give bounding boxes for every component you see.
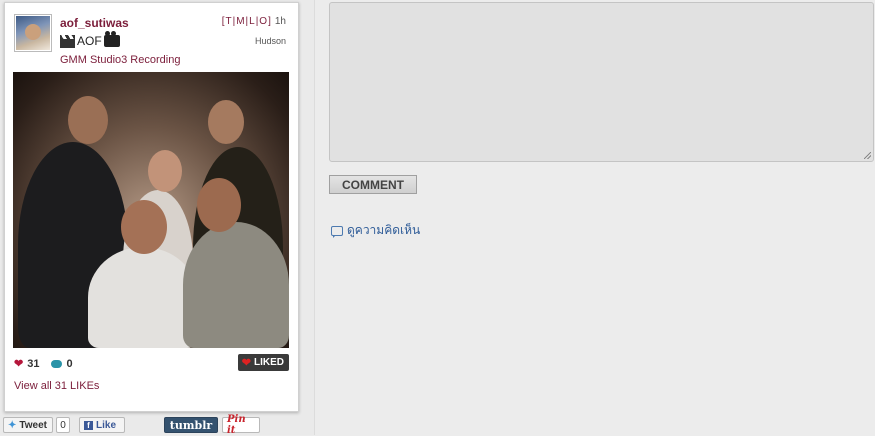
tweet-label: Tweet (19, 419, 47, 431)
view-comments-label: ดูความคิดเห็น (347, 223, 421, 237)
resize-grip-icon[interactable] (864, 152, 871, 159)
avatar[interactable] (14, 14, 52, 52)
comment-icon (331, 225, 343, 238)
post-caption: AOF (60, 31, 120, 48)
person-head (148, 150, 182, 192)
tweet-count: 0 (56, 417, 70, 433)
liked-button[interactable]: ❤ LIKED (237, 354, 289, 371)
movie-camera-icon (103, 31, 120, 47)
location-link[interactable]: GMM Studio3 Recording (60, 54, 180, 66)
shortcut-label[interactable]: [T|M|L|O] (222, 16, 272, 27)
person-figure (88, 247, 198, 348)
post-age: 1h (274, 16, 286, 27)
shortcut-links[interactable]: [T|M|L|O] 1h (222, 16, 286, 27)
caption-text: AOF (77, 34, 102, 48)
person-head (197, 178, 241, 232)
clapperboard-icon (60, 34, 75, 48)
facebook-icon: f (84, 420, 93, 430)
photo-card: aof_sutiwas [T|M|L|O] 1h AOF Hudson GMM S… (4, 2, 299, 412)
person-figure (183, 222, 289, 348)
heart-icon: ❤ (241, 357, 251, 369)
person-head (68, 96, 108, 144)
filter-name: Hudson (254, 36, 286, 46)
comment-button[interactable]: COMMENT (329, 175, 417, 194)
comment-count: 0 (66, 357, 73, 370)
like-label: Like (96, 419, 117, 431)
post-stats: ❤ 31 0 (14, 357, 73, 371)
liked-label: LIKED (254, 357, 284, 368)
view-comments-link[interactable]: ดูความคิดเห็น (331, 221, 420, 240)
comment-bubble-icon (51, 359, 63, 368)
heart-icon: ❤ (14, 358, 24, 370)
pinit-button[interactable]: Pin it (222, 414, 260, 436)
twitter-bird-icon: ✦ (8, 419, 17, 431)
facebook-like-button[interactable]: f Like (79, 417, 125, 433)
person-head (121, 200, 167, 254)
like-count: 31 (27, 357, 40, 370)
tweet-button[interactable]: ✦ Tweet (3, 417, 53, 433)
person-head (208, 100, 244, 144)
tumblr-button[interactable]: tumblr (164, 417, 218, 433)
avatar-image (16, 16, 50, 50)
comment-input[interactable] (329, 2, 874, 162)
view-all-likes-link[interactable]: View all 31 LIKEs (14, 380, 99, 392)
username-link[interactable]: aof_sutiwas (60, 16, 129, 30)
post-photo[interactable] (13, 72, 289, 348)
